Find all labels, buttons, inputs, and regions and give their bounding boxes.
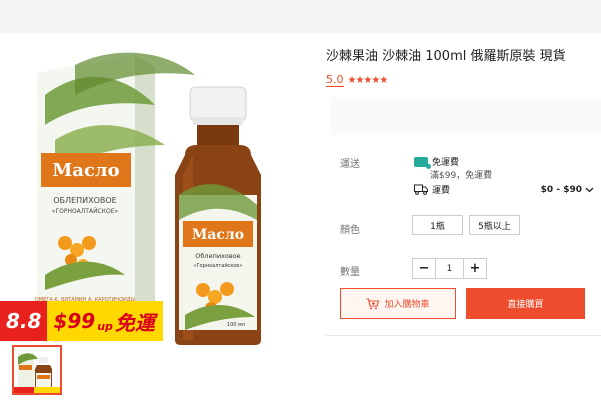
box-name: ОБЛЕПИХОВОЕ xyxy=(53,196,116,205)
quantity-input[interactable]: 1 xyxy=(435,259,464,278)
product-info: 沙棘果油 沙棘油 100ml 俄羅斯原裝 現貨 5.0 ★★★★★ 運送 免運費… xyxy=(326,33,601,412)
promo-offer-text: 免運 xyxy=(114,310,155,335)
shipping-fee-label: 運費 xyxy=(432,186,451,196)
box-brand: Масло xyxy=(52,160,119,181)
product-main-image[interactable]: Масло ОБЛЕПИХОВОЕ «ГОРНОАЛТАЙСКОЕ» ОМЕГА… xyxy=(15,45,305,345)
section-divider xyxy=(326,335,601,336)
promo-banner: 8.8 $99 up 免運 xyxy=(0,301,163,341)
shipping-fee-row[interactable]: 運費 $0 - $90 xyxy=(414,183,594,196)
rating-score: 5.0 xyxy=(326,73,344,87)
buy-now-button[interactable]: 直接購買 xyxy=(466,288,585,319)
box-sub: «ГОРНОАЛТАЙСКОЕ» xyxy=(52,208,119,215)
product-gallery: Масло ОБЛЕПИХОВОЕ «ГОРНОАЛТАЙСКОЕ» ОМЕГА… xyxy=(0,33,318,412)
product-thumbnail[interactable] xyxy=(12,345,62,395)
free-shipping-condition: 滿$99，免運費 xyxy=(430,171,493,181)
variant-option-2[interactable]: 5瓶以上 xyxy=(469,215,520,235)
truck-icon xyxy=(414,184,428,195)
quantity-stepper: − 1 + xyxy=(412,258,487,279)
promo-offer-amount: $99 xyxy=(53,309,96,333)
add-to-cart-label: 加入購物車 xyxy=(384,300,430,310)
star-rating-icon: ★★★★★ xyxy=(347,74,389,86)
quantity-increment-button[interactable]: + xyxy=(464,259,486,278)
shipping-label: 運送 xyxy=(340,159,360,170)
promo-offer: $99 up 免運 xyxy=(47,301,163,341)
product-rating[interactable]: 5.0 ★★★★★ xyxy=(326,73,389,87)
promo-date: 8.8 xyxy=(0,301,48,341)
free-shipping-icon xyxy=(414,156,431,169)
quantity-decrement-button[interactable]: − xyxy=(413,259,435,278)
product-photo: Масло ОБЛЕПИХОВОЕ «ГОРНОАЛТАЙСКОЕ» ОМЕГА… xyxy=(35,52,261,345)
product-title: 沙棘果油 沙棘油 100ml 俄羅斯原裝 現貨 xyxy=(326,49,566,64)
shipping-fee-range: $0 - $90 xyxy=(540,184,582,195)
cart-icon xyxy=(366,297,380,309)
variant-label: 顏色 xyxy=(340,225,360,236)
chevron-down-icon xyxy=(585,187,594,193)
variant-option-1[interactable]: 1瓶 xyxy=(412,215,463,235)
thumbnail-photo xyxy=(14,347,60,393)
top-bar xyxy=(0,0,601,33)
shipping-fee-value[interactable]: $0 - $90 xyxy=(541,185,594,195)
free-shipping-label: 免運費 xyxy=(432,158,460,168)
bottle-sub: «Горноалтайское» xyxy=(193,262,242,269)
bottle-name: Облепиховое xyxy=(195,252,240,260)
free-shipping-row: 免運費 xyxy=(414,155,460,169)
promo-offer-suffix: up xyxy=(97,320,113,333)
bottle-volume: 100 мл xyxy=(227,322,245,328)
price-box xyxy=(331,97,601,135)
bottle-brand: Масло xyxy=(192,227,244,243)
add-to-cart-button[interactable]: 加入購物車 xyxy=(340,288,456,319)
quantity-label: 數量 xyxy=(340,267,360,278)
